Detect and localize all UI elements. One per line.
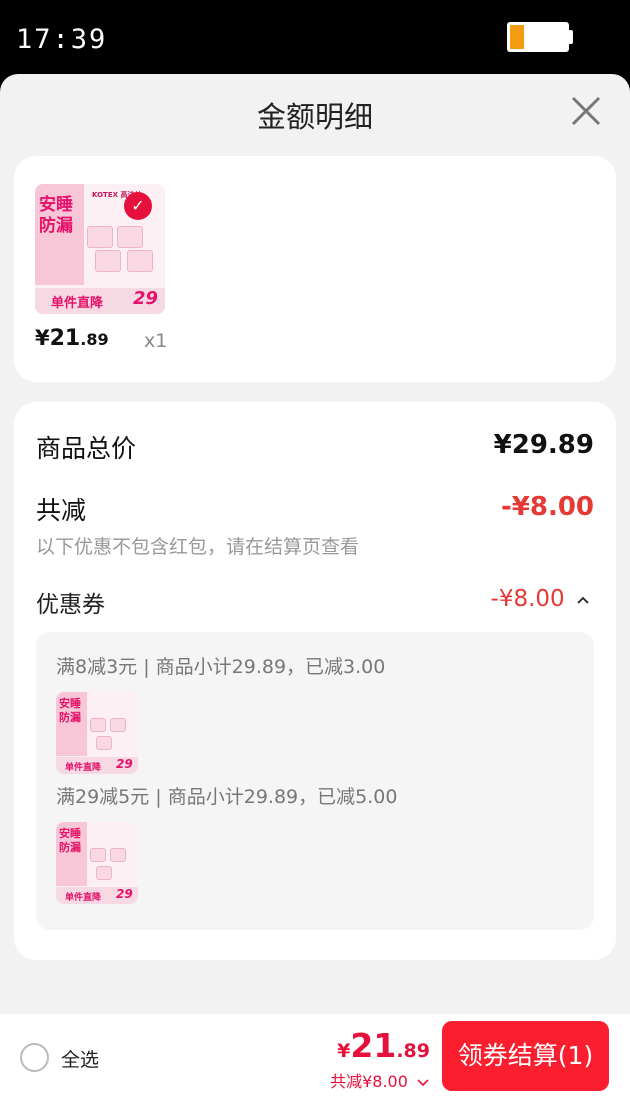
product-card: 安睡 防漏 KOTEX 高洁丝 ✓ 单件直降 29 ¥21.89 x1	[14, 156, 616, 382]
thumb-headline-2: 防漏	[39, 216, 73, 236]
product-quantity: x1	[144, 330, 168, 352]
coupon-label: 优惠券	[36, 592, 105, 618]
checkout-bar: 全选 ¥21.89 共减¥8.00 领券结算(1)	[0, 1014, 630, 1106]
coupon-list: 满8减3元 | 商品小计29.89，已减3.00 安睡 防漏 单件直降 29 满…	[36, 632, 594, 930]
product-price: ¥21.89	[35, 326, 109, 351]
thumb-ribbon: 单件直降	[51, 296, 104, 311]
sheet-title: 金额明细	[256, 100, 373, 134]
chevron-up-icon	[577, 596, 589, 604]
checkout-discount-text: 共减¥8.00	[330, 1072, 408, 1091]
checkout-discount-toggle[interactable]: 共减¥8.00	[330, 1068, 429, 1092]
total-price-value: ¥29.89	[493, 430, 594, 460]
discount-value: -¥8.00	[500, 492, 594, 522]
price-detail-card: 商品总价 ¥29.89 共减 -¥8.00 以下优惠不包含红包，请在结算页查看 …	[14, 402, 616, 960]
discount-note: 以下优惠不包含红包，请在结算页查看	[36, 536, 360, 558]
checkout-button[interactable]: 领券结算(1)	[442, 1021, 609, 1091]
select-all-label[interactable]: 全选	[61, 1045, 99, 1072]
coupon-desc: 满8减3元 | 商品小计29.89，已减3.00	[56, 656, 386, 678]
total-price-label: 商品总价	[36, 434, 137, 463]
discount-label: 共减	[36, 496, 87, 525]
check-badge-icon: ✓	[124, 192, 152, 220]
status-bar: 17:39	[0, 0, 630, 80]
product-thumbnail[interactable]: 安睡 防漏 KOTEX 高洁丝 ✓ 单件直降 29	[35, 184, 165, 314]
coupon-product-thumbnail[interactable]: 安睡 防漏 单件直降 29	[56, 822, 138, 904]
battery-icon	[507, 22, 569, 52]
checkout-total-price: ¥21.89	[337, 1026, 430, 1065]
coupon-value: -¥8.00	[490, 586, 565, 612]
select-all-radio[interactable]	[20, 1043, 49, 1072]
thumb-price-tag: 29	[133, 288, 159, 309]
chevron-down-icon	[417, 1078, 429, 1086]
battery-tip	[569, 30, 573, 44]
status-time: 17:39	[16, 24, 108, 55]
thumb-headline-1: 安睡	[39, 195, 73, 215]
battery-level	[510, 25, 524, 49]
coupon-desc: 满29减5元 | 商品小计29.89，已减5.00	[56, 786, 398, 808]
close-icon[interactable]	[567, 92, 605, 130]
amount-detail-sheet: 金额明细 安睡 防漏 KOTEX 高洁丝 ✓ 单件直降 29 ¥21.89 x1…	[0, 74, 630, 1106]
coupon-toggle[interactable]: -¥8.00	[491, 586, 590, 612]
coupon-product-thumbnail[interactable]: 安睡 防漏 单件直降 29	[56, 692, 138, 774]
